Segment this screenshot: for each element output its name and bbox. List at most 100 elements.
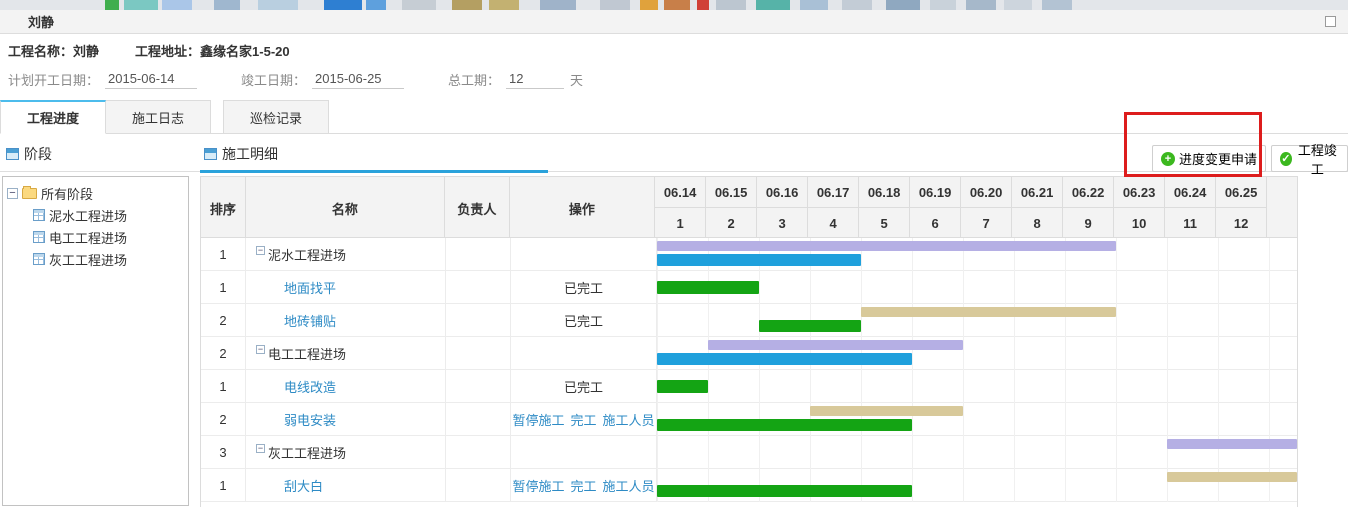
- browser-chrome-fragment: [214, 0, 240, 10]
- date-column-header: 06.218: [1012, 177, 1063, 237]
- project-name-label: 工程名称：: [8, 44, 73, 59]
- date-column-header: 06.196: [910, 177, 961, 237]
- date-column-header: 06.207: [961, 177, 1012, 237]
- row-sort: 1: [201, 469, 246, 502]
- gantt-row-area: [657, 304, 1298, 337]
- table-header: 排序 名称 负责人 操作 06.14106.15206.16306.17406.…: [201, 176, 1297, 238]
- collapse-icon[interactable]: −: [256, 246, 265, 255]
- row-responsible: [446, 238, 511, 271]
- row-operations: [511, 238, 657, 271]
- gantt-bar: [759, 320, 861, 332]
- collapse-icon[interactable]: −: [7, 188, 18, 199]
- stage-panel-header: 阶段: [6, 144, 52, 164]
- progress-change-request-button[interactable]: + 进度变更申请: [1152, 145, 1266, 172]
- task-name-link[interactable]: 弱电安装: [284, 410, 336, 429]
- operation-link[interactable]: 暂停施工: [512, 410, 564, 429]
- finish-date-label: 竣工日期：: [241, 70, 306, 89]
- task-name-link[interactable]: 地砖铺贴: [284, 311, 336, 330]
- date-label: 06.18: [859, 177, 909, 208]
- gantt-row-area: [657, 436, 1298, 469]
- day-number-label: 5: [859, 208, 909, 239]
- tab-progress[interactable]: 工程进度: [0, 100, 106, 134]
- day-number-label: 2: [706, 208, 756, 239]
- row-name-cell: 刮大白: [246, 469, 446, 502]
- detail-panel-header: 施工明细: [204, 144, 278, 164]
- progress-change-request-label: 进度变更申请: [1179, 149, 1257, 168]
- tree-item-stage[interactable]: 电工工程进场: [7, 226, 184, 248]
- table-row: 1 电线改造 已完工: [201, 370, 1297, 403]
- row-operations: 已完工: [511, 370, 657, 403]
- finish-date-input[interactable]: 2015-06-25: [312, 71, 404, 89]
- day-number-label: 1: [655, 208, 705, 239]
- row-responsible: [446, 403, 511, 436]
- tab-inspection-record[interactable]: 巡检记录: [223, 100, 329, 133]
- tree-item-label: 电工工程进场: [49, 228, 127, 247]
- project-name: 工程名称：刘静: [8, 41, 99, 60]
- date-label: 06.14: [655, 177, 705, 208]
- date-column-header: 06.229: [1063, 177, 1114, 237]
- browser-chrome-strip: [0, 0, 1348, 10]
- gantt-row-area: [657, 469, 1298, 502]
- tree-root-all-stages[interactable]: − 所有阶段: [7, 182, 184, 204]
- day-number-label: 8: [1012, 208, 1062, 239]
- collapse-icon[interactable]: −: [256, 345, 265, 354]
- operation-link[interactable]: 施工人员: [603, 410, 655, 429]
- row-responsible: [446, 337, 511, 370]
- operation-link[interactable]: 完工: [570, 476, 596, 495]
- plus-icon: +: [1161, 152, 1175, 166]
- browser-chrome-fragment: [664, 0, 690, 10]
- row-sort: 1: [201, 271, 246, 304]
- stage-panel-icon: [6, 148, 19, 160]
- gantt-bar: [1167, 472, 1297, 482]
- browser-chrome-fragment: [930, 0, 956, 10]
- browser-chrome-fragment: [600, 0, 630, 10]
- browser-chrome-fragment: [1004, 0, 1032, 10]
- window-title: 刘静: [28, 12, 54, 31]
- tree-item-stage[interactable]: 泥水工程进场: [7, 204, 184, 226]
- tree-item-label: 泥水工程进场: [49, 206, 127, 225]
- row-sort: 2: [201, 304, 246, 337]
- task-name-link[interactable]: 电线改造: [284, 377, 336, 396]
- operation-link[interactable]: 完工: [570, 410, 596, 429]
- header-name: 名称: [246, 177, 445, 239]
- tree-item-stage[interactable]: 灰工工程进场: [7, 248, 184, 270]
- gantt-row-area: [657, 403, 1298, 436]
- construction-detail-table: 排序 名称 负责人 操作 06.14106.15206.16306.17406.…: [200, 176, 1298, 507]
- task-name-link[interactable]: 地面找平: [284, 278, 336, 297]
- date-column-header: 06.174: [808, 177, 859, 237]
- maximize-icon[interactable]: [1325, 16, 1336, 27]
- duration-input[interactable]: 12: [506, 71, 564, 89]
- table-row: 1−泥水工程进场: [201, 238, 1297, 271]
- project-completion-button[interactable]: ✓ 工程竣工: [1271, 145, 1348, 172]
- operation-link[interactable]: 暂停施工: [512, 476, 564, 495]
- start-date-input[interactable]: 2015-06-14: [105, 71, 197, 89]
- table-row: 3−灰工工程进场: [201, 436, 1297, 469]
- table-row: 2−电工工程进场: [201, 337, 1297, 370]
- detail-panel-title: 施工明细: [222, 144, 278, 164]
- browser-chrome-fragment: [124, 0, 158, 10]
- gantt-bar: [810, 406, 963, 416]
- collapse-icon[interactable]: −: [256, 444, 265, 453]
- tab-construction-log[interactable]: 施工日志: [106, 100, 211, 133]
- project-address-value: 鑫缘名家1-5-20: [200, 44, 290, 59]
- date-label: 06.23: [1114, 177, 1164, 208]
- row-name-cell: −灰工工程进场: [246, 436, 446, 469]
- day-number-label: 7: [961, 208, 1011, 239]
- browser-chrome-fragment: [966, 0, 996, 10]
- operation-link[interactable]: 施工人员: [603, 476, 655, 495]
- row-sort: 1: [201, 238, 246, 271]
- stage-tree-panel: − 所有阶段 泥水工程进场电工工程进场灰工工程进场: [2, 176, 189, 506]
- task-name-link[interactable]: 刮大白: [284, 476, 323, 495]
- browser-chrome-fragment: [452, 0, 482, 10]
- row-sort: 2: [201, 403, 246, 436]
- row-responsible: [446, 271, 511, 304]
- table-icon: [33, 253, 45, 265]
- date-label: 06.21: [1012, 177, 1062, 208]
- browser-chrome-fragment: [366, 0, 386, 10]
- row-sort: 1: [201, 370, 246, 403]
- duration-label: 总工期：: [448, 70, 500, 89]
- date-label: 06.22: [1063, 177, 1113, 208]
- date-column-header: 06.185: [859, 177, 910, 237]
- project-completion-label: 工程竣工: [1296, 140, 1339, 178]
- browser-chrome-fragment: [105, 0, 119, 10]
